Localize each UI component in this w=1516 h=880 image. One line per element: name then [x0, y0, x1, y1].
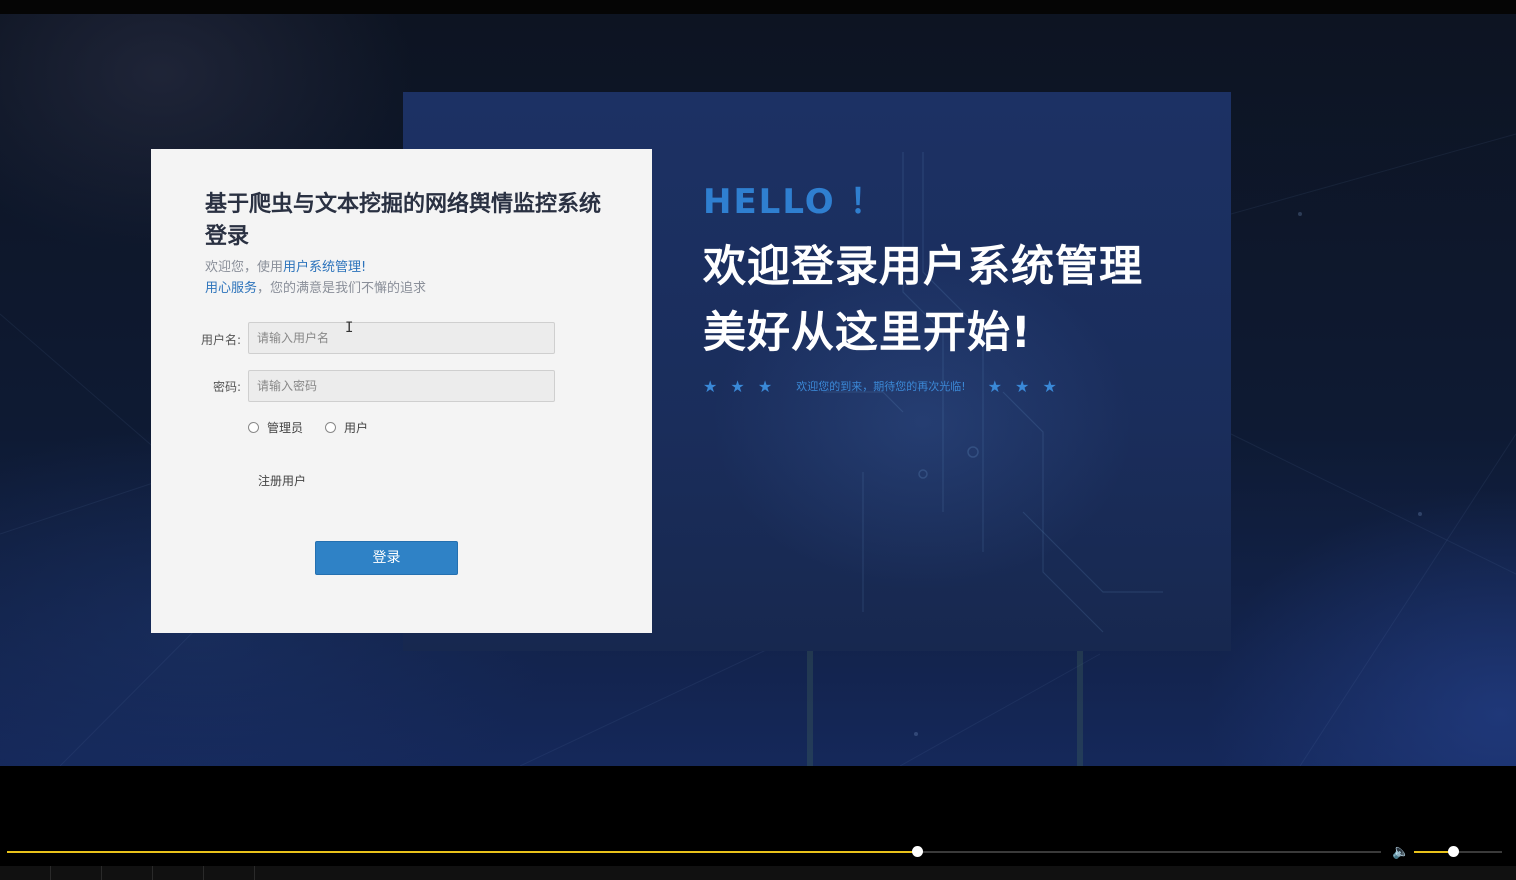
role-user-label: 用户 [344, 421, 369, 435]
text-cursor-icon: I [345, 320, 354, 336]
radio-circle-icon[interactable] [325, 422, 337, 433]
role-user-option[interactable]: 用户 [325, 419, 368, 436]
login-button[interactable]: 登录 [315, 541, 458, 575]
password-label: 密码: [212, 380, 241, 394]
welcome-subtitle: 美好从这里开始! [703, 308, 1032, 358]
taskbar-strip [0, 866, 1516, 880]
star-icon: ★ ★ ★ [987, 376, 1061, 396]
subtitle-prefix: 欢迎您，使用 [205, 260, 284, 275]
register-link[interactable]: 注册用户 [258, 472, 306, 489]
star-icon: ★ ★ ★ [703, 376, 777, 396]
subtitle-suffix: ，您的满意是我们不懈的追求 [257, 281, 427, 296]
taskbar-cell[interactable] [153, 866, 204, 880]
volume-handle[interactable] [1447, 846, 1459, 857]
taskbar-cell[interactable] [51, 866, 102, 880]
welcome-title: 欢迎登录用户系统管理 [703, 242, 1143, 292]
login-subtitle: 欢迎您，使用用户系统管理! 用心服务，您的满意是我们不懈的追求 [205, 257, 426, 299]
volume-icon[interactable]: 🔈 [1392, 844, 1409, 860]
username-input[interactable] [248, 322, 555, 354]
volume-slider[interactable] [1414, 846, 1502, 857]
password-input[interactable] [248, 370, 555, 402]
welcome-tagline: 欢迎您的到来，期待您的再次光临! [796, 380, 966, 393]
role-admin-option[interactable]: 管理员 [248, 419, 303, 436]
video-player-controls: 🔈 [0, 766, 1516, 880]
taskbar-cell[interactable] [102, 866, 153, 880]
hello-heading: HELLO ！ [703, 182, 886, 222]
subtitle-highlight: 用心服务 [205, 281, 258, 296]
window-top-bar [0, 0, 1516, 14]
subtitle-highlight: 用户系统管理! [283, 260, 367, 275]
taskbar-cell[interactable] [0, 866, 51, 880]
volume-fill [1414, 851, 1453, 853]
taskbar-cell[interactable] [204, 866, 255, 880]
radio-circle-icon[interactable] [248, 422, 259, 433]
page-background: HELLO ！ 欢迎登录用户系统管理 美好从这里开始! ★ ★ ★ 欢迎您的到来… [0, 14, 1516, 766]
login-card: 基于爬虫与文本挖掘的网络舆情监控系统登录 欢迎您，使用用户系统管理! 用心服务，… [151, 149, 652, 633]
username-label: 用户名: [200, 333, 241, 347]
role-selector: 管理员 用户 [248, 419, 390, 436]
role-admin-label: 管理员 [267, 421, 304, 435]
login-title: 基于爬虫与文本挖掘的网络舆情监控系统登录 [205, 192, 602, 249]
stars-row: ★ ★ ★ 欢迎您的到来，期待您的再次光临! ★ ★ ★ [703, 376, 1061, 396]
progress-handle[interactable] [911, 846, 923, 857]
progress-bar[interactable] [7, 846, 1381, 857]
progress-fill [7, 851, 917, 853]
